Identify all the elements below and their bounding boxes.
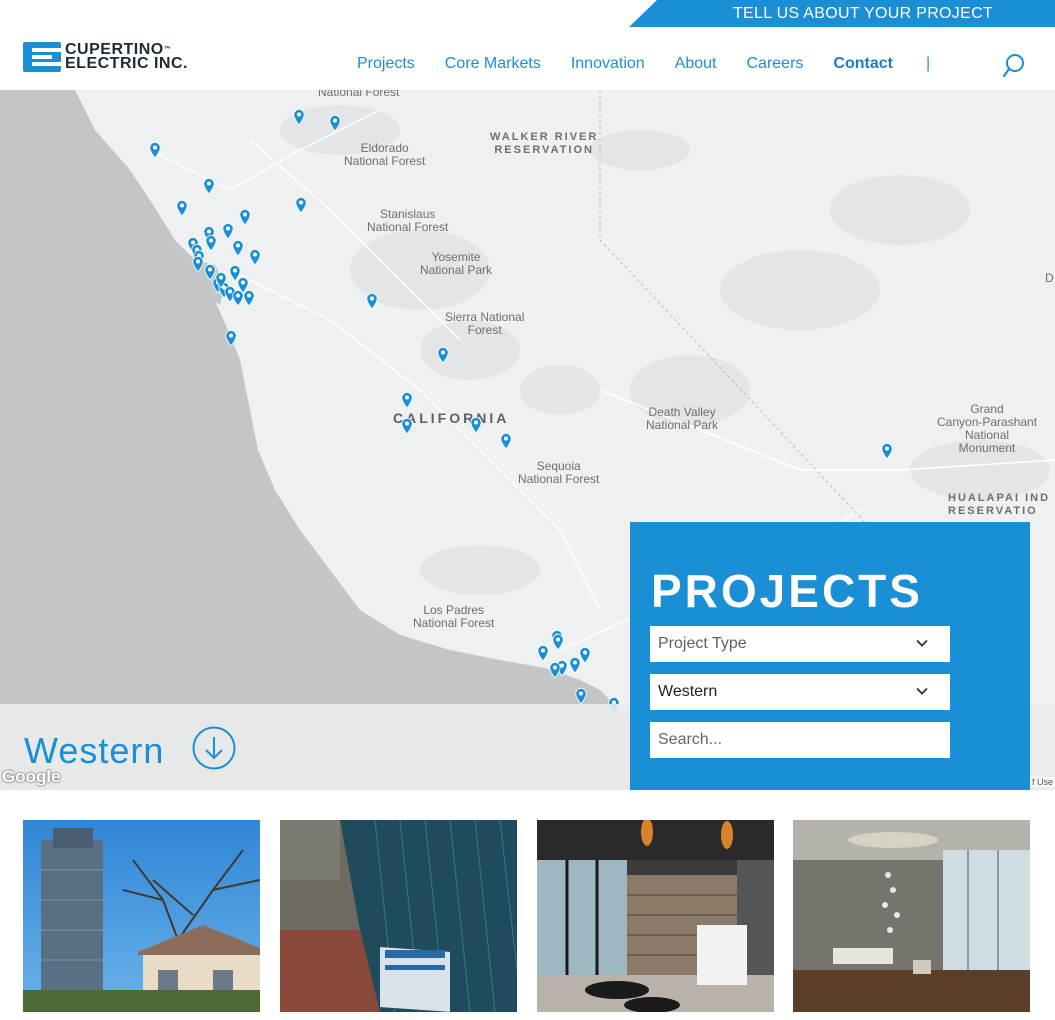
label-hualapai: HUALAPAI IND RESERVATIO: [948, 492, 1051, 517]
tell-us-label: TELL US ABOUT YOUR PROJECT: [732, 4, 993, 22]
map-pin-icon[interactable]: [225, 330, 237, 347]
search-icon[interactable]: [1003, 53, 1025, 77]
nav-innovation[interactable]: Innovation: [571, 55, 645, 73]
label-eldorado: Eldorado National Forest: [344, 141, 426, 168]
map-pin-icon[interactable]: [552, 634, 564, 651]
map-pin-icon[interactable]: [293, 109, 305, 126]
main-nav: Projects Core Markets Innovation About C…: [357, 55, 966, 73]
search-input[interactable]: [658, 731, 938, 749]
nav-separator: |: [925, 55, 931, 72]
scroll-down-arrow-icon[interactable]: [192, 726, 236, 770]
project-thumb-4[interactable]: [793, 820, 1030, 1012]
region-select-value: Western: [658, 683, 718, 700]
project-thumb-1[interactable]: [23, 820, 260, 1012]
map-pin-icon[interactable]: [470, 417, 482, 434]
nav-careers[interactable]: Careers: [746, 55, 803, 73]
project-type-select[interactable]: Project Type: [650, 626, 950, 662]
logo-tm: ™: [163, 46, 172, 53]
map-pin-icon[interactable]: [500, 433, 512, 450]
map-pin-icon[interactable]: [537, 645, 549, 662]
map-pin-icon[interactable]: [575, 688, 587, 705]
label-edge-d: D: [1045, 271, 1054, 285]
nav-about[interactable]: About: [675, 55, 717, 73]
map-pin-icon[interactable]: [881, 443, 893, 460]
search-field[interactable]: [650, 722, 950, 758]
map-pin-icon[interactable]: [401, 392, 413, 409]
map-pin-icon[interactable]: [295, 197, 307, 214]
thumb-image-3: [537, 820, 774, 1012]
map-pin-icon[interactable]: [222, 223, 234, 240]
label-stanislaus: Stanislaus National Forest: [367, 207, 449, 234]
map-pin-icon[interactable]: [205, 235, 217, 252]
project-type-value: Project Type: [658, 635, 747, 652]
page: TELL US ABOUT YOUR PROJECT CUPERTINO™ EL…: [0, 0, 1055, 1020]
map-pin-icon[interactable]: [249, 249, 261, 266]
map-pin-icon[interactable]: [401, 418, 413, 435]
project-thumbnails: [23, 820, 1030, 1012]
project-thumb-3[interactable]: [537, 820, 774, 1012]
nav-core-markets[interactable]: Core Markets: [445, 55, 541, 73]
map-pin-icon[interactable]: [366, 293, 378, 310]
google-logo[interactable]: Google: [2, 767, 61, 787]
label-yosemite: Yosemite National Park: [420, 250, 493, 277]
map-pin-icon[interactable]: [549, 662, 561, 679]
logo-line2: ELECTRIC INC.: [65, 55, 188, 72]
chevron-down-icon: [916, 639, 928, 647]
map-pin-icon[interactable]: [329, 115, 341, 132]
map-pin-icon[interactable]: [192, 256, 204, 273]
label-sierra: Sierra National Forest: [445, 310, 525, 337]
map-pin-icon[interactable]: [239, 209, 251, 226]
thumb-image-2: [280, 820, 517, 1012]
label-walker-river: WALKER RIVER RESERVATION: [490, 131, 599, 156]
logo-mark-icon: [23, 42, 61, 72]
label-los-padres: Los Padres National Forest: [413, 603, 495, 630]
projects-title: PROJECTS: [651, 565, 923, 617]
header: CUPERTINO™ ELECTRIC INC. Projects Core M…: [0, 27, 1055, 90]
tell-us-banner-button[interactable]: TELL US ABOUT YOUR PROJECT: [629, 0, 1055, 27]
map-pin-icon[interactable]: [232, 240, 244, 257]
label-sequoia: Sequoia National Forest: [518, 459, 600, 486]
map-terms-link[interactable]: f Use: [1029, 777, 1055, 787]
chevron-down-icon: [916, 687, 928, 695]
label-national-forest-top: National Forest: [318, 90, 400, 99]
map-pin-icon[interactable]: [243, 290, 255, 307]
map-pin-icon[interactable]: [437, 347, 449, 364]
projects-panel: PROJECTS Project Type Western: [630, 522, 1030, 790]
map-pin-icon[interactable]: [149, 142, 161, 159]
label-grand-canyon: Grand Canyon-Parashant National Monument: [937, 402, 1038, 455]
map-pin-icon[interactable]: [176, 200, 188, 217]
label-death-valley: Death Valley National Park: [646, 405, 719, 432]
map-pin-icon[interactable]: [569, 657, 581, 674]
thumb-image-4: [793, 820, 1030, 1012]
thumb-image-1: [23, 820, 260, 1012]
project-thumb-2[interactable]: [280, 820, 517, 1012]
logo[interactable]: CUPERTINO™ ELECTRIC INC.: [23, 42, 188, 72]
nav-projects[interactable]: Projects: [357, 55, 415, 73]
map-pin-icon[interactable]: [215, 272, 227, 289]
region-select[interactable]: Western: [650, 674, 950, 710]
map-pin-icon[interactable]: [203, 178, 215, 195]
logo-text: CUPERTINO™ ELECTRIC INC.: [65, 42, 188, 72]
region-title: Western: [24, 730, 165, 771]
nav-contact[interactable]: Contact: [833, 55, 893, 73]
